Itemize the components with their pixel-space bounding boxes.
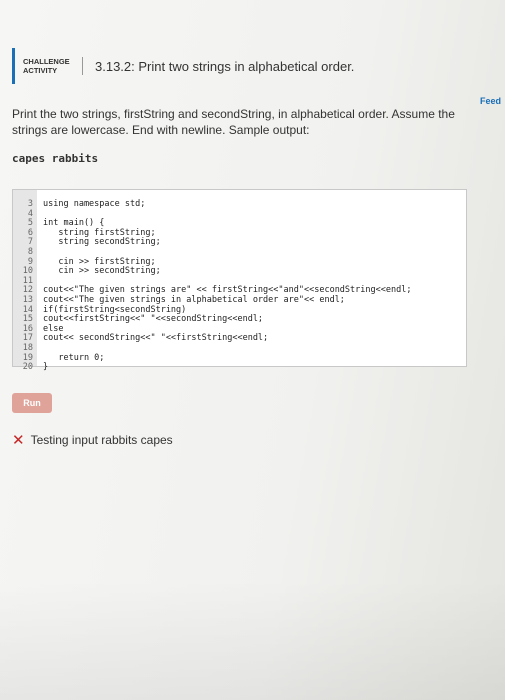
feedback-link[interactable]: Feed (480, 96, 501, 106)
x-icon: ✕ (12, 432, 25, 449)
code-line[interactable]: cout<< secondString<<" "<<firstString<<e… (43, 334, 411, 344)
activity-header: CHALLENGE ACTIVITY 3.13.2: Print two str… (12, 48, 472, 84)
page: Feed CHALLENGE ACTIVITY 3.13.2: Print tw… (0, 0, 505, 700)
code-line[interactable]: return 0; (43, 353, 411, 364)
challenge-activity: CHALLENGE ACTIVITY 3.13.2: Print two str… (12, 26, 472, 449)
line-number-gutter: 3 4 5 6 7 8 9 10 11 12 13 14 15 16 17 18 19 20 (13, 190, 37, 372)
test-result-text: Testing input rabbits capes (30, 433, 173, 447)
badge-line-2: ACTIVITY (23, 66, 58, 75)
challenge-badge: CHALLENGE ACTIVITY (23, 57, 83, 75)
code-line[interactable]: } (43, 362, 411, 373)
code-line[interactable]: using namespace std; (43, 199, 411, 210)
code-line[interactable]: cout<<firstString<<" "<<secondString<<en… (43, 315, 411, 325)
code-line[interactable]: string secondString; (43, 238, 411, 248)
sample-output: capes rabbits (12, 152, 99, 165)
line-number: 20 (22, 362, 33, 373)
run-button[interactable]: Run (12, 393, 52, 413)
test-result: ✕ Testing input rabbits capes (12, 431, 472, 449)
code-line[interactable]: cin >> secondString; (43, 267, 411, 277)
code-area[interactable]: using namespace std; int main() { string… (37, 190, 411, 371)
badge-line-1: CHALLENGE (23, 57, 70, 66)
shadow-overlay (0, 580, 505, 700)
activity-title: 3.13.2: Print two strings in alphabetica… (95, 58, 355, 74)
instructions-text: Print the two strings, firstString and s… (12, 107, 455, 137)
code-editor[interactable]: 3 4 5 6 7 8 9 10 11 12 13 14 15 16 17 18 19 20 using name… (12, 189, 467, 372)
